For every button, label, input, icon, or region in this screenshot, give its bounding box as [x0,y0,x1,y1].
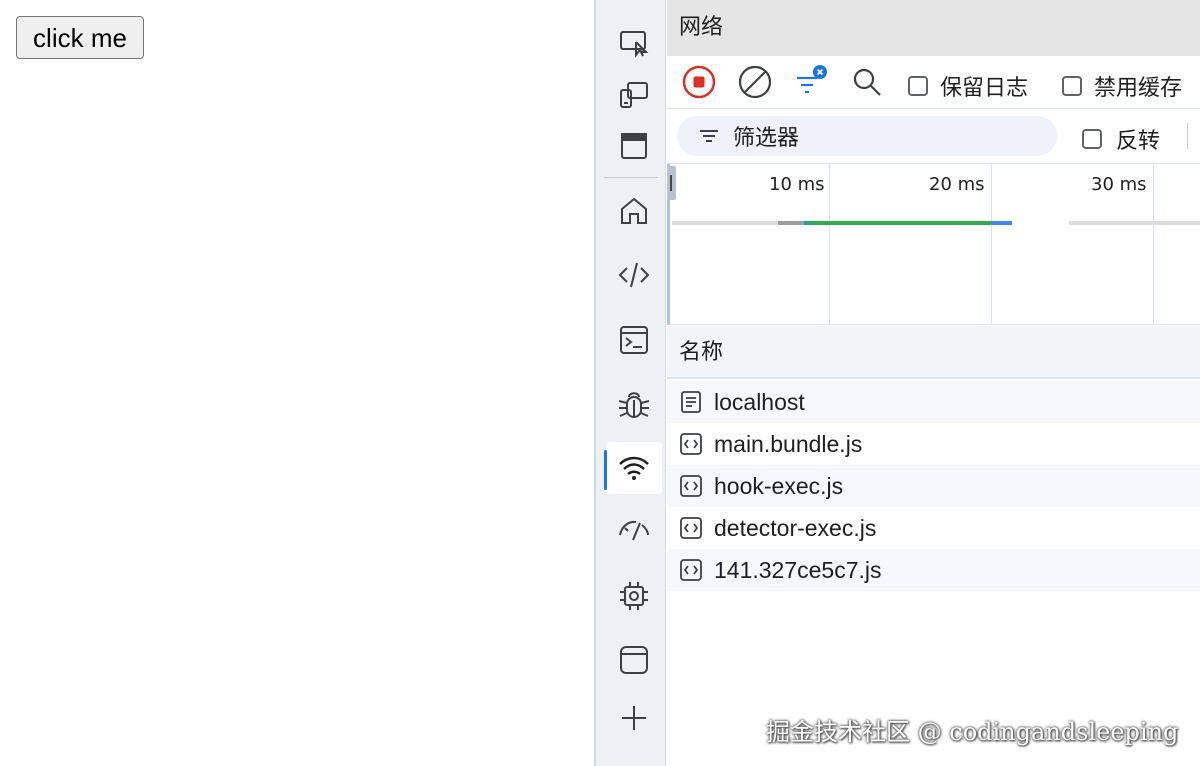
timeline-tick-label: 20 ms [929,174,985,195]
timeline-bar-queue [672,221,778,225]
toolbar-divider [1187,123,1188,149]
document-file-icon [681,391,701,413]
request-name: main.bundle.js [714,430,863,457]
timeline-gridline [1153,164,1154,325]
network-panel: 网络 保留日志 禁用缓存 筛选器 反转 10 ms 20 ms 30 ms 名称… [667,0,1200,766]
activity-separator [604,177,658,178]
activity-home[interactable] [606,185,662,237]
activity-elements[interactable] [606,249,662,301]
request-name: 141.327ce5c7.js [714,556,882,583]
activity-console[interactable] [606,314,662,366]
invert-box[interactable] [1082,129,1102,149]
filter-icon [700,130,718,142]
request-row[interactable]: main.bundle.js [667,423,1200,465]
watermark: 掘金技术社区 @ codingandsleeping [766,718,1179,746]
network-wifi-icon [619,456,649,480]
timeline-bar-idle [1069,221,1200,225]
request-row[interactable]: detector-exec.js [667,507,1200,549]
activity-memory[interactable] [606,570,662,622]
request-list: localhost main.bundle.js hook-exec.js de… [667,381,1200,591]
disable-cache-box[interactable] [1062,76,1082,96]
activity-sources[interactable] [606,378,662,430]
activity-network[interactable] [604,442,662,494]
preserve-log-checkbox[interactable]: 保留日志 [908,70,1028,102]
console-icon [620,326,648,354]
page: click me 网络 保留日志 禁用缓存 筛选器 反转 10 ms 20 ms… [0,0,1200,766]
filter-active-icon[interactable] [793,64,829,100]
filter-input[interactable]: 筛选器 [677,116,1057,156]
request-row[interactable]: hook-exec.js [667,465,1200,507]
timeline-gridline [829,164,830,325]
activity-application[interactable] [606,634,662,686]
request-name: detector-exec.js [714,514,877,541]
request-name: localhost [714,388,805,415]
timeline-bar-download [808,221,992,225]
filter-placeholder: 筛选器 [733,126,800,151]
memory-chip-icon [620,582,648,610]
record-stop-icon[interactable] [681,64,717,100]
request-row[interactable]: localhost [667,381,1200,423]
preserve-log-label: 保留日志 [940,76,1029,101]
name-column-header[interactable]: 名称 [667,326,1200,379]
activity-add-tool[interactable] [606,692,662,744]
filter-bar: 筛选器 反转 [667,109,1200,164]
disable-cache-label: 禁用缓存 [1094,76,1183,101]
invert-label: 反转 [1116,129,1161,154]
home-icon [621,197,647,224]
inspect-element-icon [620,31,649,58]
timeline-tick-label: 30 ms [1091,174,1147,195]
devtools-activity-bar [594,0,666,766]
activity-performance[interactable] [606,505,662,557]
timeline-bar-waiting [778,221,804,225]
script-file-icon [680,433,702,455]
timeline-gridline [991,164,992,325]
timeline-drag-handle[interactable] [667,166,676,200]
timeline-tick-label: 10 ms [769,174,825,195]
activity-window[interactable] [606,120,662,172]
network-toolbar: 保留日志 禁用缓存 [667,56,1200,109]
application-icon [620,646,648,674]
invert-checkbox[interactable]: 反转 [1082,123,1160,155]
performance-gauge-icon [619,520,649,541]
script-file-icon [680,559,702,581]
search-icon[interactable] [849,64,885,100]
code-elements-icon [618,262,650,288]
script-file-icon [680,517,702,539]
clear-log-icon[interactable] [737,64,773,100]
script-file-icon [680,475,702,497]
preserve-log-box[interactable] [908,76,928,96]
timeline-bar-script [992,221,1012,225]
network-overview-timeline[interactable]: 10 ms 20 ms 30 ms [667,164,1200,325]
request-row[interactable]: 141.327ce5c7.js [667,549,1200,591]
add-tool-icon [622,706,646,730]
panel-title: 网络 [667,0,1200,56]
click-me-button[interactable]: click me [16,16,144,59]
request-name: hook-exec.js [714,472,844,499]
disable-cache-checkbox[interactable]: 禁用缓存 [1062,70,1182,102]
debugger-bug-icon [618,392,650,418]
activity-inspect[interactable] [606,16,662,68]
activity-device[interactable] [606,68,662,120]
window-icon [621,133,647,159]
device-emulation-icon [620,82,648,108]
